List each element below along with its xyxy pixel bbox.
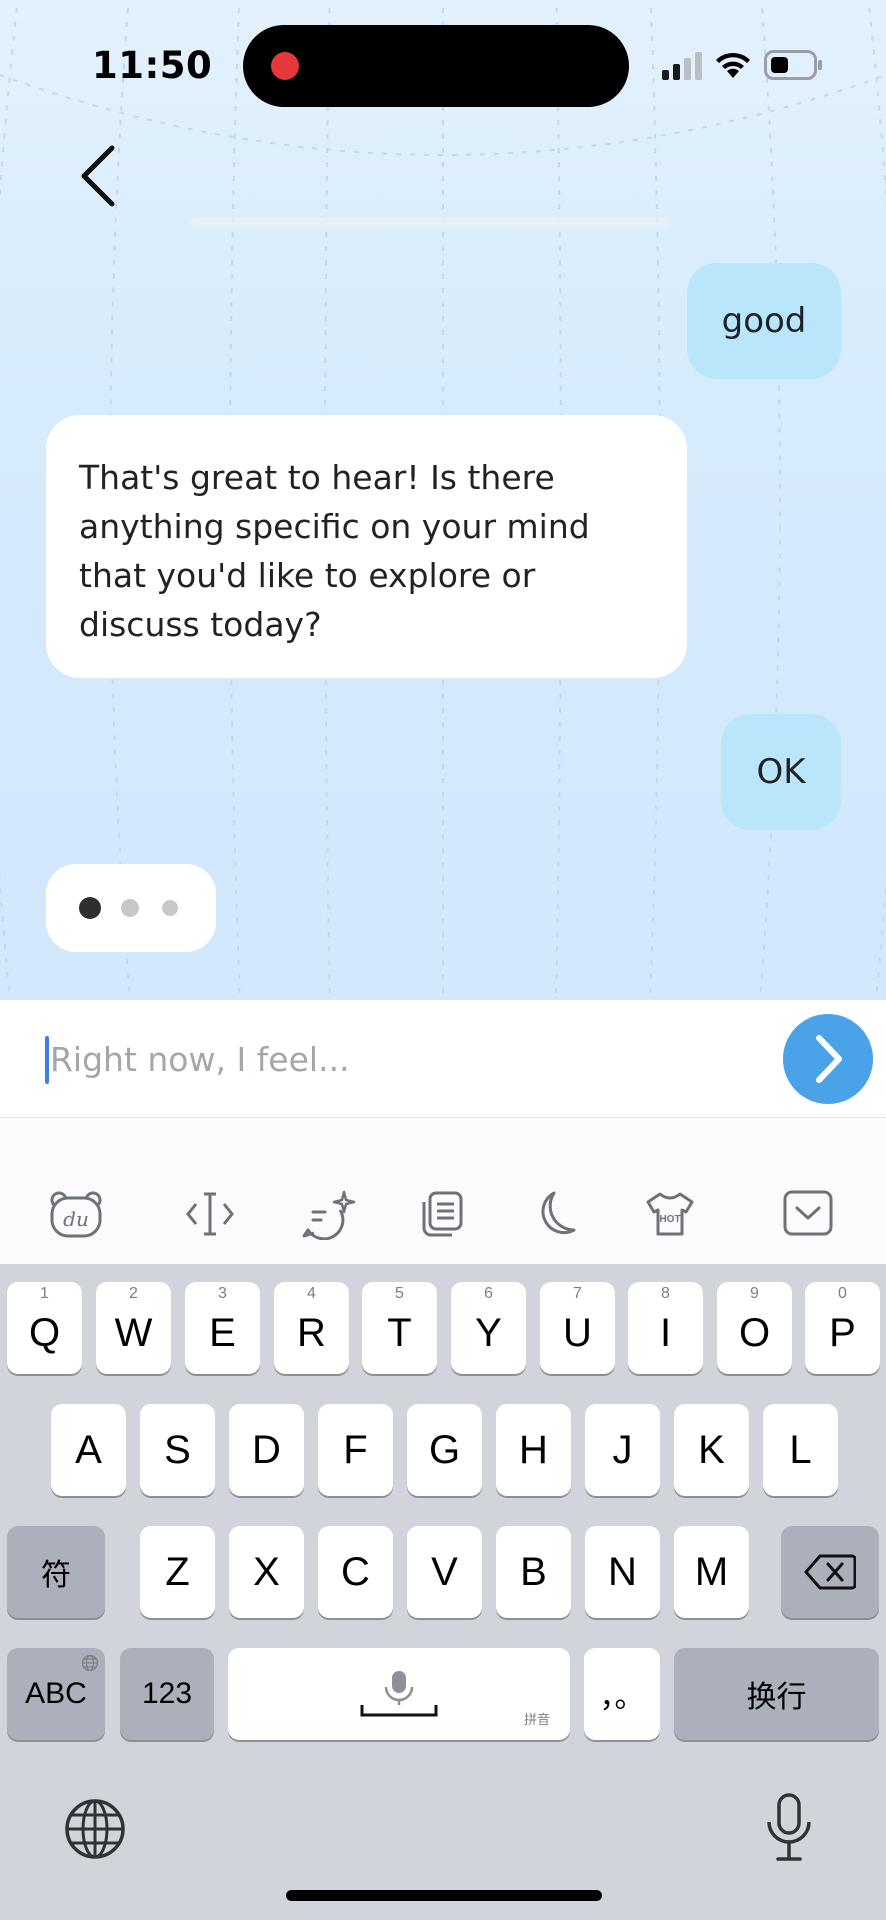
- recording-indicator: [271, 52, 299, 80]
- du-bear-icon[interactable]: du: [48, 1190, 104, 1240]
- message-text: OK: [756, 752, 806, 792]
- key-b[interactable]: B: [496, 1526, 571, 1618]
- clipboard-icon[interactable]: [418, 1190, 464, 1238]
- battery-icon: [764, 50, 822, 80]
- key-c[interactable]: C: [318, 1526, 393, 1618]
- message-text: good: [721, 301, 807, 341]
- key-v[interactable]: V: [407, 1526, 482, 1618]
- svg-text:HOT: HOT: [659, 1214, 680, 1225]
- cursor-move-icon[interactable]: [184, 1190, 236, 1238]
- key-n[interactable]: N: [585, 1526, 660, 1618]
- abc-key[interactable]: ABC: [7, 1648, 105, 1740]
- space-key[interactable]: 拼音: [228, 1648, 570, 1740]
- key-g[interactable]: G: [407, 1404, 482, 1496]
- punctuation-key[interactable]: ，。: [584, 1648, 660, 1740]
- back-button[interactable]: [72, 140, 128, 212]
- status-time: 11:50: [92, 44, 213, 87]
- key-h[interactable]: H: [496, 1404, 571, 1496]
- numbers-key[interactable]: 123: [120, 1648, 214, 1740]
- return-key[interactable]: 换行: [674, 1648, 879, 1740]
- send-button[interactable]: [783, 1014, 873, 1104]
- key-w[interactable]: 2W: [96, 1282, 171, 1374]
- status-bar: 11:50: [0, 0, 886, 130]
- user-message-bubble: OK: [721, 714, 841, 830]
- backspace-icon: [804, 1554, 856, 1590]
- key-x[interactable]: X: [229, 1526, 304, 1618]
- user-message-bubble: good: [687, 263, 841, 379]
- key-d[interactable]: D: [229, 1404, 304, 1496]
- chat-background: 11:50 good That's great to hear! Is ther…: [0, 0, 886, 1000]
- hot-shirt-icon[interactable]: HOT: [644, 1190, 696, 1238]
- space-mic-icon: [360, 1671, 438, 1717]
- key-j[interactable]: J: [585, 1404, 660, 1496]
- key-y[interactable]: 6Y: [451, 1282, 526, 1374]
- home-indicator[interactable]: [286, 1890, 602, 1901]
- key-k[interactable]: K: [674, 1404, 749, 1496]
- globe-icon[interactable]: [64, 1798, 126, 1860]
- dynamic-island: [243, 25, 629, 107]
- cellular-signal-icon: [662, 52, 702, 80]
- globe-small-icon: [81, 1654, 99, 1672]
- wifi-icon: [716, 52, 750, 78]
- key-z[interactable]: Z: [140, 1526, 215, 1618]
- assistant-message-bubble: That's great to hear! Is there anything …: [46, 415, 687, 678]
- key-a[interactable]: A: [51, 1404, 126, 1496]
- key-q[interactable]: 1Q: [7, 1282, 82, 1374]
- message-text: That's great to hear! Is there anything …: [79, 458, 590, 644]
- message-composer: Right now, I feel...: [0, 1000, 886, 1118]
- key-r[interactable]: 4R: [274, 1282, 349, 1374]
- key-p[interactable]: 0P: [805, 1282, 880, 1374]
- key-l[interactable]: L: [763, 1404, 838, 1496]
- key-s[interactable]: S: [140, 1404, 215, 1496]
- message-input[interactable]: Right now, I feel...: [44, 1030, 744, 1090]
- key-m[interactable]: M: [674, 1526, 749, 1618]
- svg-text:du: du: [63, 1207, 89, 1231]
- typing-dots: [79, 897, 178, 919]
- ai-chat-icon[interactable]: [300, 1190, 356, 1240]
- symbols-key[interactable]: 符: [7, 1526, 105, 1618]
- key-i[interactable]: 8I: [628, 1282, 703, 1374]
- key-t[interactable]: 5T: [362, 1282, 437, 1374]
- text-caret: [45, 1036, 49, 1084]
- backspace-key[interactable]: [781, 1526, 879, 1618]
- key-f[interactable]: F: [318, 1404, 393, 1496]
- collapse-keyboard-icon[interactable]: [783, 1190, 833, 1236]
- key-u[interactable]: 7U: [540, 1282, 615, 1374]
- key-e[interactable]: 3E: [185, 1282, 260, 1374]
- dictation-mic-icon[interactable]: [764, 1792, 814, 1864]
- typing-indicator: [46, 864, 216, 952]
- moon-icon[interactable]: [532, 1190, 578, 1238]
- key-o[interactable]: 9O: [717, 1282, 792, 1374]
